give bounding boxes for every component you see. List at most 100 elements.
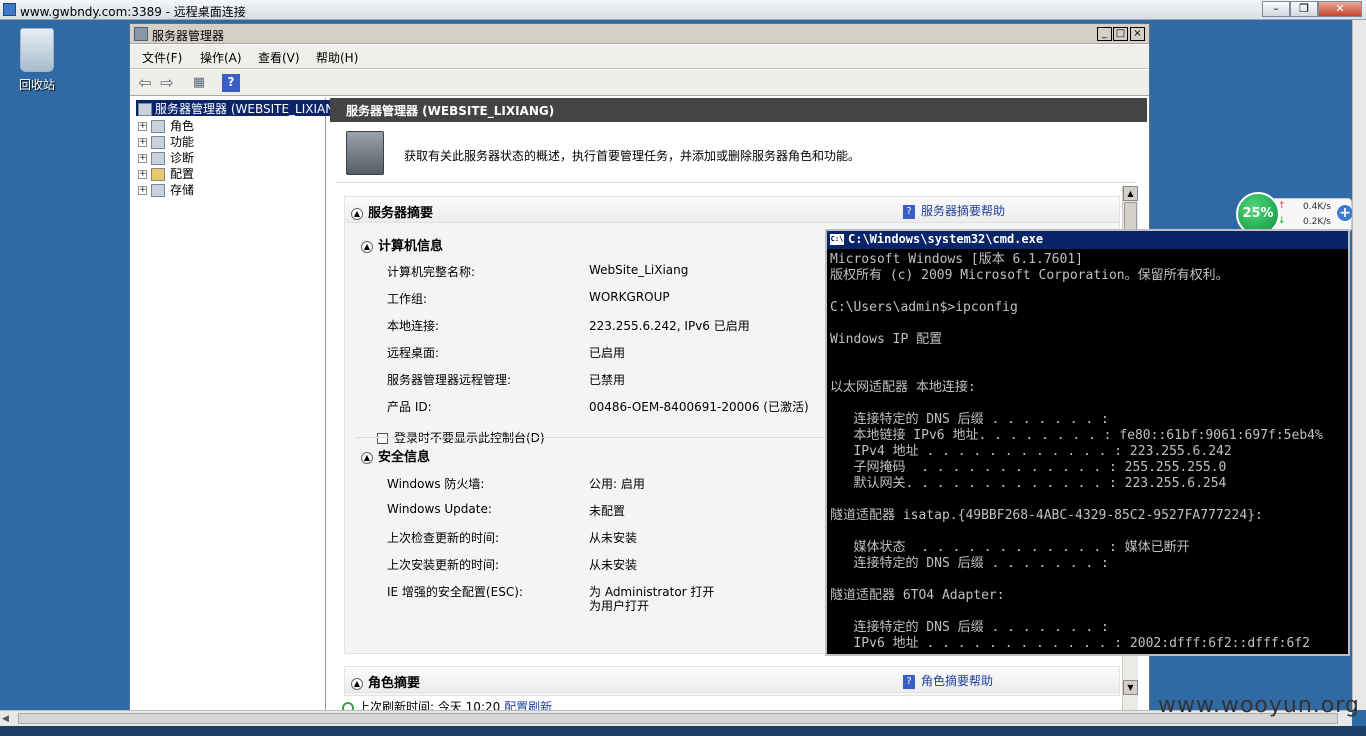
tree-item-storage[interactable]: + 存储 [138,181,194,197]
cmd-output[interactable]: Microsoft Windows [版本 6.1.7601] 版权所有 (c) … [830,252,1346,652]
help-icon: ? [903,204,915,219]
server-summary-help-link[interactable]: ? 服务器摘要帮助 [903,202,1005,219]
info-label: 远程桌面: [387,346,440,360]
server-summary-title: ▲ 服务器摘要 [351,202,433,221]
info-value: WebSite_LiXiang [589,263,689,277]
refresh-status: 上次刷新时间: 今天 10:20 配置刷新 [342,698,552,710]
collapse-chevron-icon[interactable]: ▲ [351,677,363,690]
tree-root-label: 服务器管理器 (WEBSITE_LIXIAN [155,102,335,116]
cmd-line [830,396,1346,412]
refresh-icon [342,701,354,710]
cmd-line: C:\Users\admin$>ipconfig [830,300,1018,315]
forward-arrow-icon[interactable]: ⇨ [158,74,176,92]
tree-root-server-manager[interactable]: 服务器管理器 (WEBSITE_LIXIAN [136,100,337,116]
roles-summary-header[interactable]: ▲ 角色摘要 ? 角色摘要帮助 [345,667,1119,693]
rd-restore-button[interactable]: ❐ [1290,1,1318,17]
show-hide-tree-icon[interactable]: ▦ [190,74,208,92]
info-label: 产品 ID: [387,400,432,414]
scroll-thumb[interactable] [1124,202,1137,232]
back-arrow-icon[interactable]: ⇦ [136,74,154,92]
intro-text: 获取有关此服务器状态的概述，执行首要管理任务，并添加或删除服务器角色和功能。 [404,149,861,163]
configure-refresh-link[interactable]: 配置刷新 [504,700,552,710]
menu-help[interactable]: 帮助(H) [312,49,362,66]
scroll-up-arrow-icon[interactable]: ▲ [1123,186,1138,201]
scroll-left-arrow-icon[interactable]: ◀ [2,714,9,724]
info-value: 从未安装 [589,531,638,545]
cmd-line: 隧道适配器 6TO4 Adapter: [830,588,1005,603]
rd-close-button[interactable]: ✕ [1318,1,1362,17]
menu-action[interactable]: 操作(A) [196,49,246,66]
cmd-line [830,604,1346,620]
menu-view[interactable]: 查看(V) [254,49,304,66]
cmd-line: 隧道适配器 isatap.{49BBF268-4ABC-4329-85C2-95… [830,508,1263,523]
sm-minimize-button[interactable]: _ [1097,27,1112,41]
sm-maximize-button[interactable]: □ [1113,27,1128,41]
recycle-bin-desktop-icon[interactable]: 回收站 [14,28,60,98]
help-icon: ? [903,674,915,689]
roles-summary-title-text: 角色摘要 [368,676,421,691]
tree-item-roles[interactable]: + 角色 [138,117,194,133]
expand-icon[interactable]: + [138,186,147,195]
cmd-line: 连接特定的 DNS 后缀 . . . . . . . : [830,620,1109,635]
roles-summary-help-link[interactable]: ? 角色摘要帮助 [903,672,993,689]
expand-icon[interactable]: + [138,138,147,147]
cmd-icon: C:\ [830,234,844,245]
info-label: Windows Update: [387,502,492,516]
tree-item-configuration[interactable]: + 配置 [138,165,194,181]
refresh-label: 上次刷新时间: 今天 10:20 [358,700,501,710]
security-info-title: ▲ 安全信息 [361,446,430,465]
cmd-titlebar: C:\ C:\Windows\system32\cmd.exe [827,231,1348,249]
info-value: 为用户打开 [589,599,650,613]
remote-desktop-icon [3,3,16,16]
collapse-chevron-icon[interactable]: ▲ [361,451,373,464]
collapse-chevron-icon[interactable]: ▲ [361,240,373,253]
info-value: 223.255.6.242, IPv6 已启用 [589,319,750,333]
tree-item-label: 角色 [170,119,195,133]
remote-horizontal-scrollbar[interactable]: ◀ [0,710,1352,726]
roles-summary-title: ▲ 角色摘要 [351,672,420,691]
recycle-bin-label: 回收站 [18,78,55,92]
info-label: Windows 防火墙: [387,477,485,491]
computer-info-title: ▲ 计算机信息 [361,235,443,254]
info-label: 计算机完整名称: [387,265,476,279]
tree-item-label: 功能 [170,135,195,149]
sm-close-button[interactable]: × [1130,27,1145,41]
tree-item-features[interactable]: + 功能 [138,133,194,149]
cmd-line: 连接特定的 DNS 后缀 . . . . . . . : [830,556,1109,571]
server-summary-header[interactable]: ▲ 服务器摘要 ? 服务器摘要帮助 [345,197,1119,223]
server-icon [346,131,384,175]
cmd-line [830,572,1346,588]
rd-minimize-button[interactable]: – [1262,1,1290,17]
features-icon [151,136,165,149]
server-summary-help-text: 服务器摘要帮助 [921,204,1006,218]
cmd-line: 子网掩码 . . . . . . . . . . . . : 255.255.2… [830,460,1227,475]
expand-icon[interactable]: + [138,170,147,179]
cmd-line: Windows IP 配置 [830,332,943,347]
scroll-down-arrow-icon[interactable]: ▼ [1123,680,1138,695]
cmd-line: Microsoft Windows [版本 6.1.7601] [830,252,1083,267]
watermark: www.wooyun.org [1158,693,1360,718]
configuration-icon [151,168,165,181]
security-info-title-text: 安全信息 [378,450,431,465]
roles-icon [151,120,165,133]
tree-item-diagnostics[interactable]: + 诊断 [138,149,194,165]
horizontal-scroll-thumb[interactable] [18,713,1338,724]
collapse-chevron-icon[interactable]: ▲ [351,207,363,220]
remote-desktop-title: www.gwbndy.com:3389 - 远程桌面连接 [20,5,246,19]
info-value: 00486-OEM-8400691-20006 (已激活) [589,400,809,414]
toolbar: ⇦ ⇨ ▦ ? [130,70,1149,96]
tree-item-label: 配置 [170,167,195,181]
cmd-line [830,524,1346,540]
cmd-line: 媒体状态 . . . . . . . . . . . . : 媒体已断开 [830,540,1190,555]
help-icon[interactable]: ? [222,74,240,92]
cmd-window[interactable]: C:\ C:\Windows\system32\cmd.exe Microsof… [825,229,1350,656]
cmd-line [830,284,1346,300]
info-value: 已禁用 [589,373,626,387]
expand-icon[interactable]: + [138,122,147,131]
expand-icon[interactable]: + [138,154,147,163]
menu-file[interactable]: 文件(F) [138,49,186,66]
cmd-line [830,364,1346,380]
info-label: 本地连接: [387,319,440,333]
remote-vertical-scrollbar[interactable] [1352,20,1366,710]
server-manager-title: 服务器管理器 [152,29,225,43]
